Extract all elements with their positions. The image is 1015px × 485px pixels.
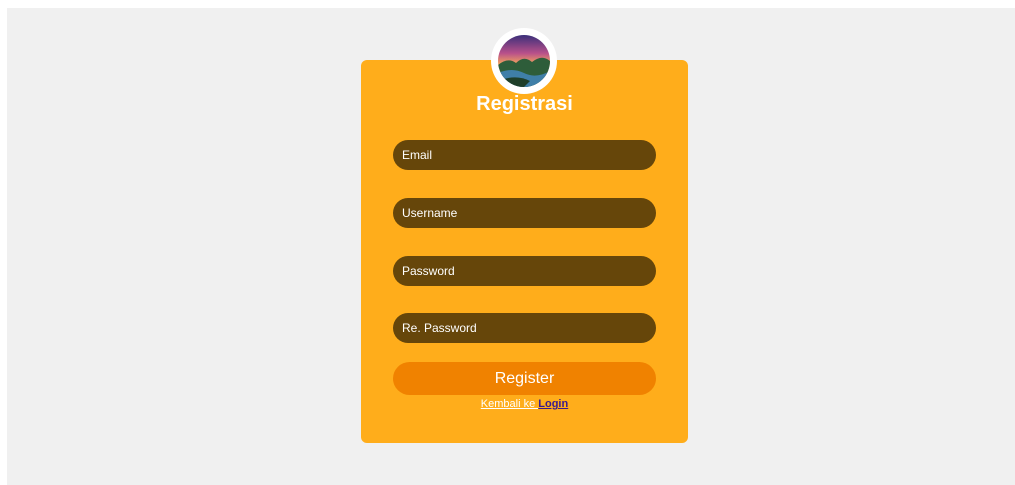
page-title: Registrasi xyxy=(476,93,573,115)
back-prefix-text: Kembali ke xyxy=(480,398,539,410)
password-field[interactable] xyxy=(393,256,656,286)
landscape-photo-icon xyxy=(498,35,550,87)
username-field[interactable] xyxy=(393,198,656,228)
avatar xyxy=(498,35,550,87)
register-button[interactable]: Register xyxy=(393,362,656,395)
email-field[interactable] xyxy=(393,140,656,170)
back-to-login: Kembali ke Login xyxy=(361,397,688,411)
login-link[interactable]: Login xyxy=(538,398,568,410)
repassword-field[interactable] xyxy=(393,313,656,343)
